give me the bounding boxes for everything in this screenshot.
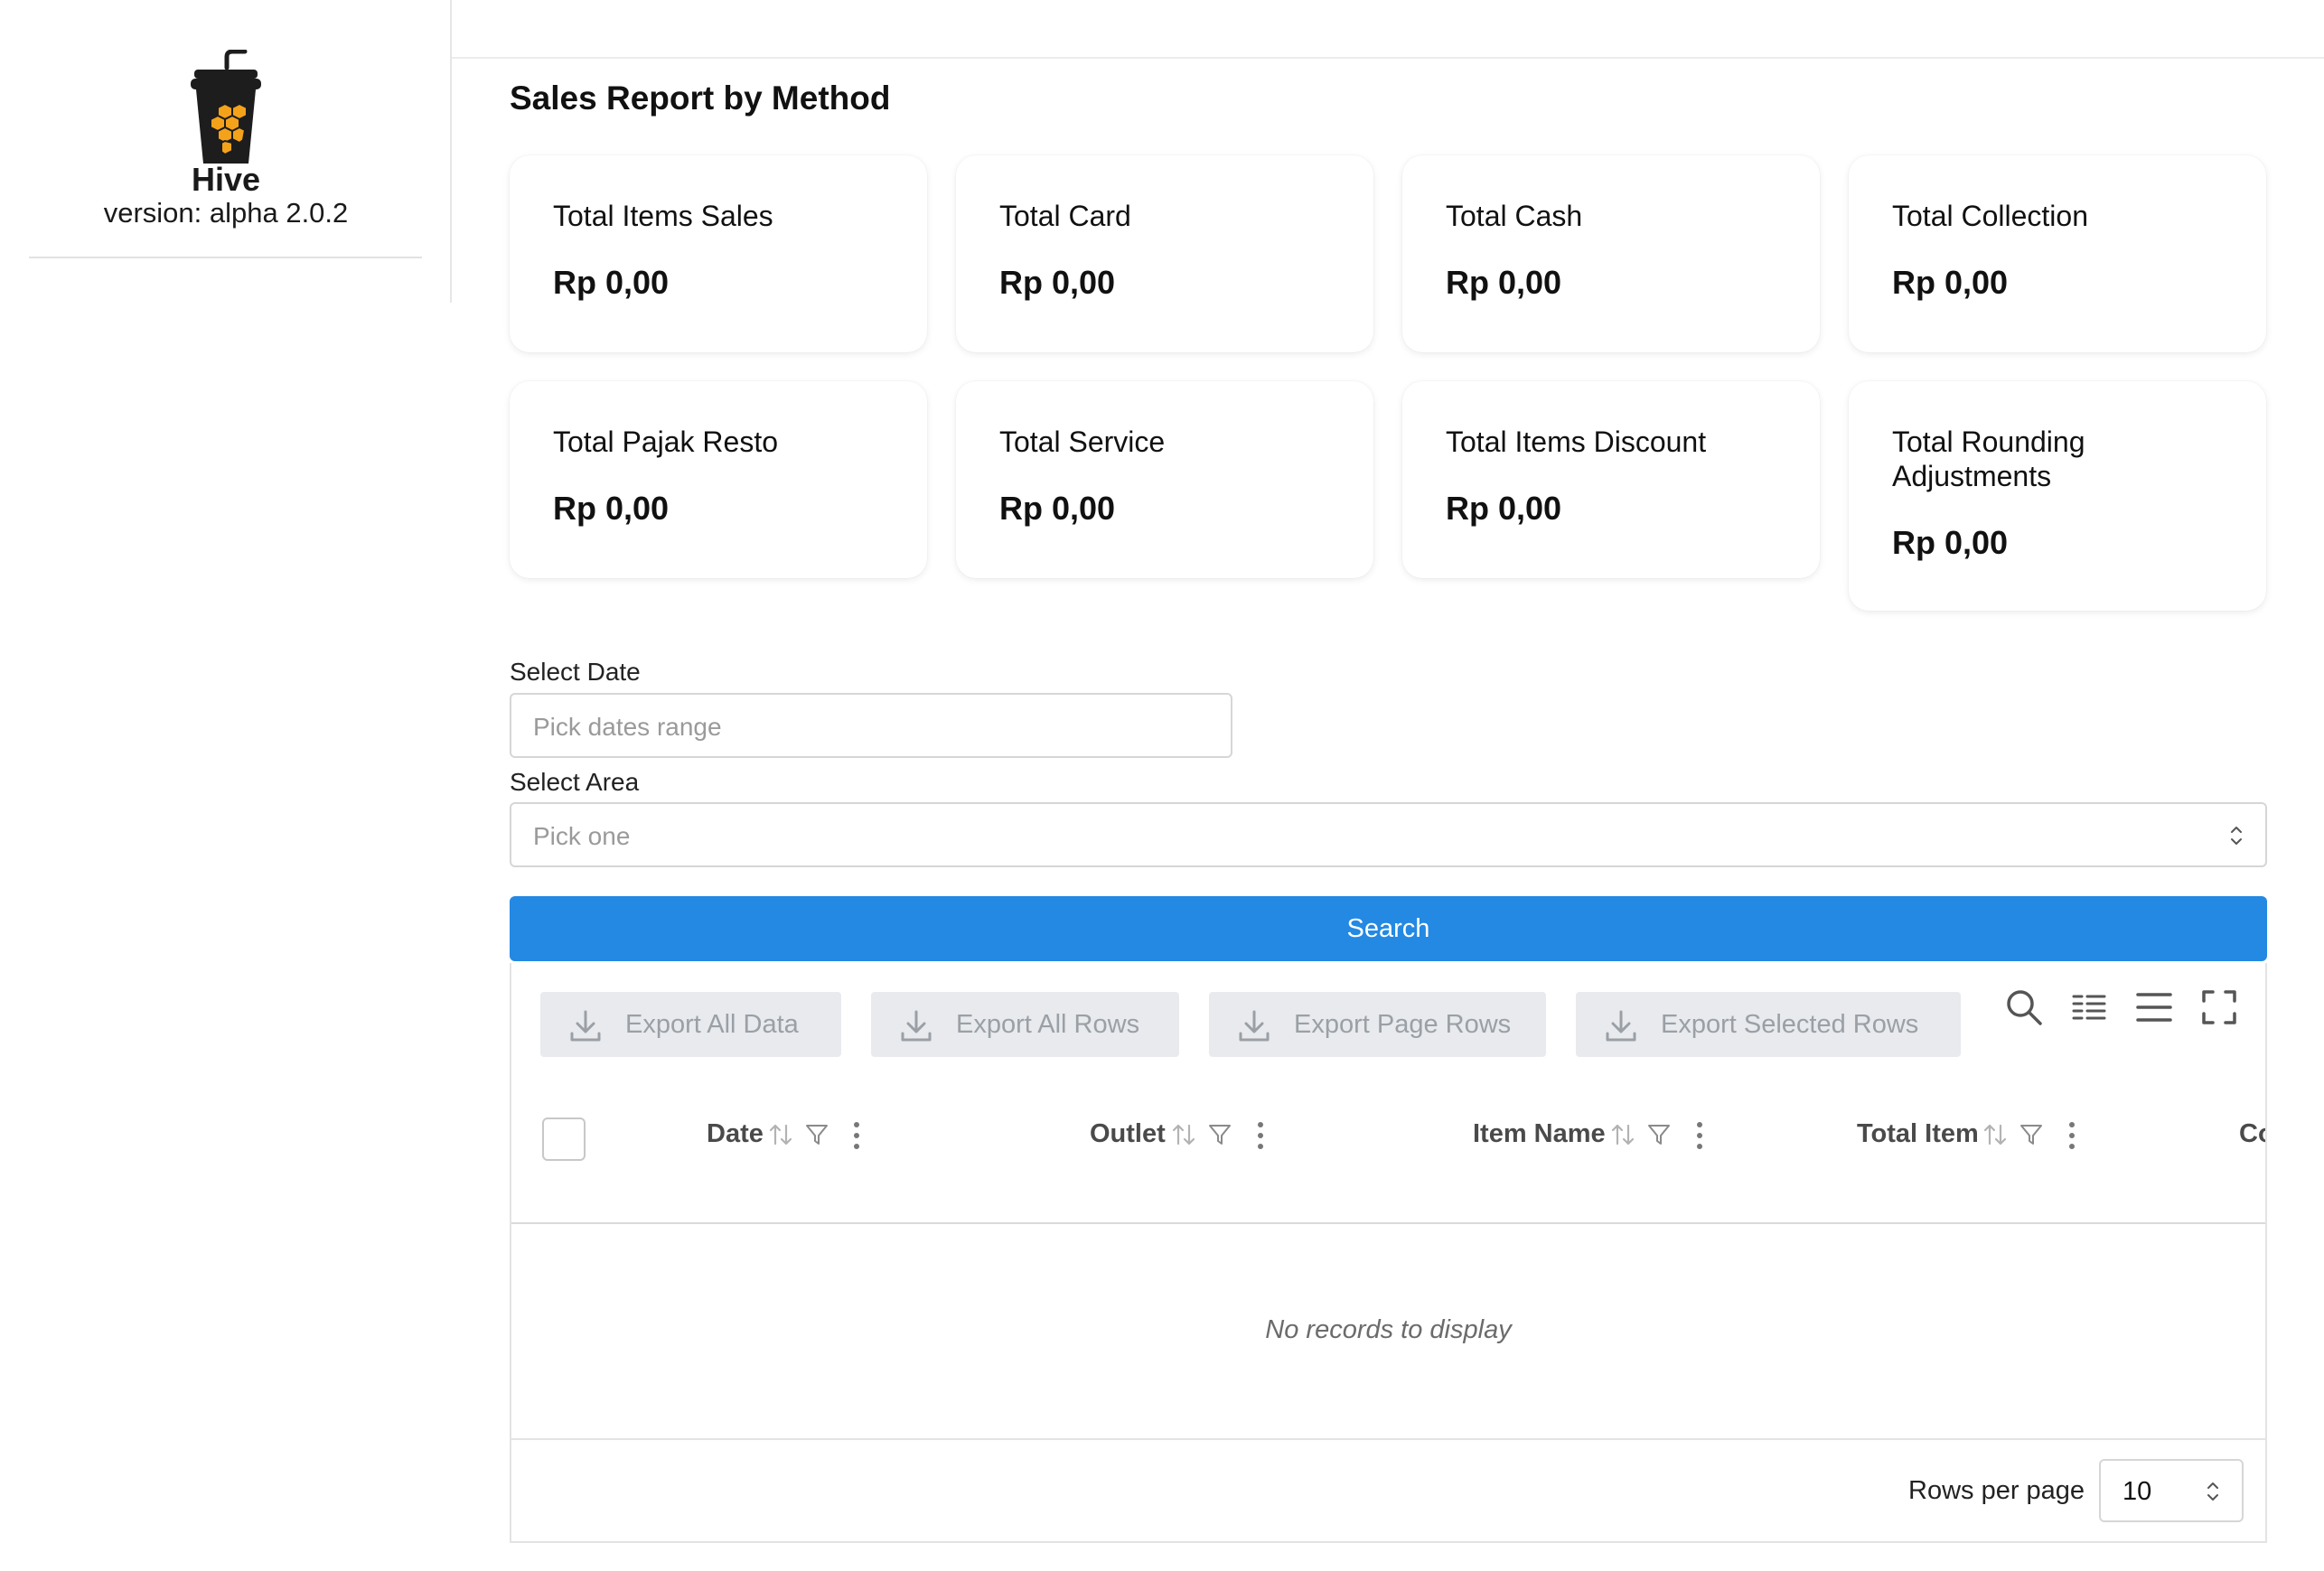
export-button-label: Export Page Rows [1294,1010,1512,1039]
export-all-data-button[interactable]: Export All Data [540,992,841,1057]
sidebar-divider [29,257,422,258]
export-button-label: Export All Rows [956,1010,1140,1039]
page-title: Sales Report by Method [510,79,891,117]
column-header-date[interactable]: Date [707,1119,764,1149]
export-all-rows-button[interactable]: Export All Rows [871,992,1179,1057]
density-icon[interactable] [2134,987,2174,1027]
rows-per-page-select[interactable]: 10 [2099,1459,2244,1522]
area-select[interactable]: Pick one [510,802,2267,867]
sort-icon[interactable] [1982,1121,2009,1148]
filter-icon[interactable] [1645,1121,1673,1148]
sidebar: Hive version: alpha 2.0.2 [0,0,452,303]
date-range-placeholder: Pick dates range [533,713,722,741]
select-date-label: Select Date [510,658,641,686]
table-header-divider [511,1222,2265,1224]
card-value: Rp 0,00 [553,264,670,301]
summary-card-total-items-discount: Total Items Discount Rp 0,00 [1402,381,1820,578]
column-header-item-name[interactable]: Item Name [1473,1119,1606,1149]
filter-icon[interactable] [2018,1121,2045,1148]
card-value: Rp 0,00 [1892,524,2009,561]
columns-icon[interactable] [2069,987,2109,1027]
card-value: Rp 0,00 [999,490,1116,527]
sort-icon[interactable] [1170,1121,1197,1148]
download-icon [1606,1010,1636,1042]
export-selected-rows-button[interactable]: Export Selected Rows [1576,992,1961,1057]
card-label: Total Collection [1892,200,2088,232]
filter-icon[interactable] [1206,1121,1233,1148]
app-version: version: alpha 2.0.2 [103,197,349,229]
column-header-outlet[interactable]: Outlet [1090,1119,1166,1149]
filter-icon[interactable] [803,1121,830,1148]
date-range-input[interactable]: Pick dates range [510,693,1232,758]
topbar-divider [452,57,2324,59]
card-label: Total Items Sales [553,200,773,232]
column-menu-icon[interactable] [1255,1121,1266,1150]
card-label: Total Pajak Resto [553,425,779,458]
card-label: Total Card [999,200,1131,232]
area-select-placeholder: Pick one [533,822,631,850]
rows-per-page-label: Rows per page [1908,1476,2085,1505]
chevron-up-down-icon [2231,827,2242,845]
select-area-label: Select Area [510,768,640,796]
column-header-total-item[interactable]: Total Item [1857,1119,1979,1149]
hive-cup-logo-icon [191,50,261,164]
card-label: Total Rounding Adjustments [1892,425,2085,492]
select-all-checkbox[interactable] [542,1117,586,1161]
rows-per-page-value: 10 [2123,1477,2152,1506]
download-icon [901,1010,932,1042]
fullscreen-icon[interactable] [2199,987,2239,1027]
card-value: Rp 0,00 [1892,264,2009,301]
table-header-row: Date Outlet Item Name Total Item Co [511,1098,2265,1222]
sort-icon[interactable] [1609,1121,1636,1148]
summary-card-total-cash: Total Cash Rp 0,00 [1402,155,1820,352]
search-button[interactable]: Search [510,896,2267,961]
download-icon [570,1010,601,1042]
column-header-truncated[interactable]: Co [2239,1119,2265,1149]
sort-icon[interactable] [767,1121,794,1148]
column-menu-icon[interactable] [2066,1121,2077,1150]
app-name: Hive [191,161,261,198]
summary-card-total-pajak-resto: Total Pajak Resto Rp 0,00 [510,381,927,578]
summary-card-total-service: Total Service Rp 0,00 [956,381,1373,578]
card-value: Rp 0,00 [1446,264,1562,301]
column-menu-icon[interactable] [851,1121,862,1150]
summary-card-total-items-sales: Total Items Sales Rp 0,00 [510,155,927,352]
column-menu-icon[interactable] [1694,1121,1705,1150]
download-icon [1239,1010,1270,1042]
empty-table-message: No records to display [1265,1315,1512,1344]
card-label: Total Service [999,425,1166,458]
export-page-rows-button[interactable]: Export Page Rows [1209,992,1546,1057]
summary-card-total-rounding-adjustments: Total Rounding Adjustments Rp 0,00 [1849,381,2266,611]
chevron-up-down-icon [2207,1482,2218,1501]
export-button-label: Export Selected Rows [1661,1010,1919,1039]
export-button-label: Export All Data [625,1010,799,1039]
search-icon[interactable] [2004,987,2044,1027]
card-value: Rp 0,00 [553,490,670,527]
card-value: Rp 0,00 [999,264,1116,301]
card-label: Total Cash [1446,200,1583,232]
summary-card-total-collection: Total Collection Rp 0,00 [1849,155,2266,352]
table-footer-divider [511,1438,2265,1440]
card-value: Rp 0,00 [1446,490,1562,527]
card-label: Total Items Discount [1446,425,1707,458]
summary-card-total-card: Total Card Rp 0,00 [956,155,1373,352]
